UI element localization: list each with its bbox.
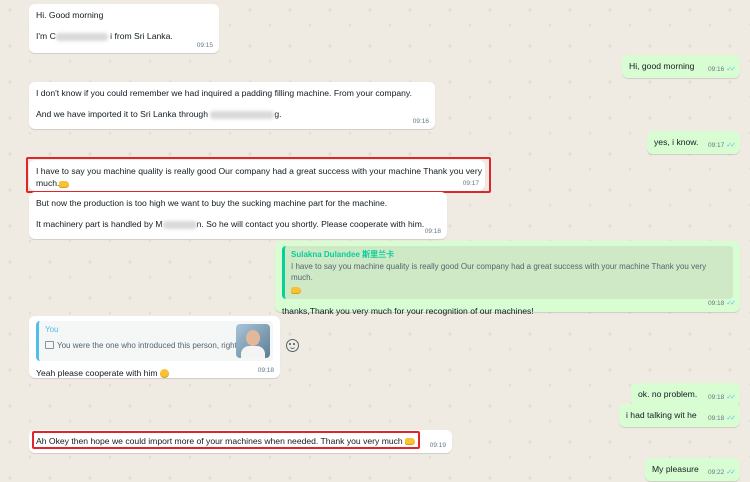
highlight-box <box>26 157 491 193</box>
quoted-author: You <box>45 325 59 334</box>
message-text: It machinery part is handled by Mn. So h… <box>36 219 425 230</box>
message-text: Hi. Good morning <box>36 10 104 20</box>
smiley-icon[interactable] <box>286 339 299 352</box>
thumbs-hand-emoji <box>291 284 727 296</box>
message-time: 09:18 ✓✓ <box>707 393 736 401</box>
outgoing-message[interactable]: Sulakna Dulandee 斯里兰卡 I have to say you … <box>275 241 740 316</box>
message-text: thanks,Thank you very much for your reco… <box>282 306 534 317</box>
message-time: 09:22 ✓✓ <box>707 468 736 476</box>
message-text: I'm C i from Sri Lanka. <box>36 31 173 42</box>
outgoing-message[interactable]: ok. no problem. 09:18 ✓✓ <box>631 383 740 406</box>
grinning-face-emoji <box>159 369 169 379</box>
message-time: 09:15 <box>196 41 213 49</box>
message-time: 09:18 ✓✓ <box>707 299 736 307</box>
double-check-icon: ✓✓ <box>726 299 736 307</box>
message-text: But now the production is too high we wa… <box>36 198 388 208</box>
double-check-icon: ✓✓ <box>726 393 736 401</box>
double-check-icon: ✓✓ <box>726 414 736 422</box>
outgoing-message[interactable]: Hi, good morning 09:16 ✓✓ <box>622 55 740 78</box>
image-icon <box>45 341 54 350</box>
message-time: 09:19 <box>429 441 446 449</box>
outgoing-message[interactable]: yes, i know. 09:17 ✓✓ <box>647 131 740 154</box>
double-check-icon: ✓✓ <box>726 65 736 73</box>
highlight-box <box>32 431 420 449</box>
quoted-message[interactable]: Sulakna Dulandee 斯里兰卡 I have to say you … <box>282 246 733 300</box>
quoted-text: You were the one who introduced this per… <box>45 340 267 352</box>
double-check-icon: ✓✓ <box>726 141 736 149</box>
message-time: 09:17 ✓✓ <box>707 141 736 149</box>
quoted-text: I have to say you machine quality is rea… <box>291 261 707 283</box>
message-text: And we have imported it to Sri Lanka thr… <box>36 109 282 120</box>
quoted-author: Sulakna Dulandee 斯里兰卡 <box>291 250 395 259</box>
message-time: 09:18 <box>424 227 441 235</box>
message-time: 09:16 <box>412 117 429 125</box>
quoted-image-thumbnail <box>236 324 270 358</box>
quoted-message[interactable]: You You were the one who introduced this… <box>36 321 273 361</box>
message-text: Yeah please cooperate with him <box>36 367 273 379</box>
incoming-message[interactable]: I don't know if you could remember we ha… <box>29 82 435 129</box>
double-check-icon: ✓✓ <box>726 468 736 476</box>
incoming-message[interactable]: You You were the one who introduced this… <box>29 316 280 379</box>
message-time: 09:18 <box>257 366 274 374</box>
outgoing-message[interactable]: My pleasure 09:22 ✓✓ <box>645 458 740 481</box>
message-time: 09:18 ✓✓ <box>707 414 736 422</box>
outgoing-message[interactable]: i had talking wit he 09:18 ✓✓ <box>619 404 740 427</box>
incoming-message[interactable]: Hi. Good morning I'm C i from Sri Lanka.… <box>29 4 219 53</box>
message-text: I don't know if you could remember we ha… <box>36 88 412 98</box>
message-time: 09:16 ✓✓ <box>707 65 736 73</box>
incoming-message[interactable]: But now the production is too high we wa… <box>29 192 447 239</box>
